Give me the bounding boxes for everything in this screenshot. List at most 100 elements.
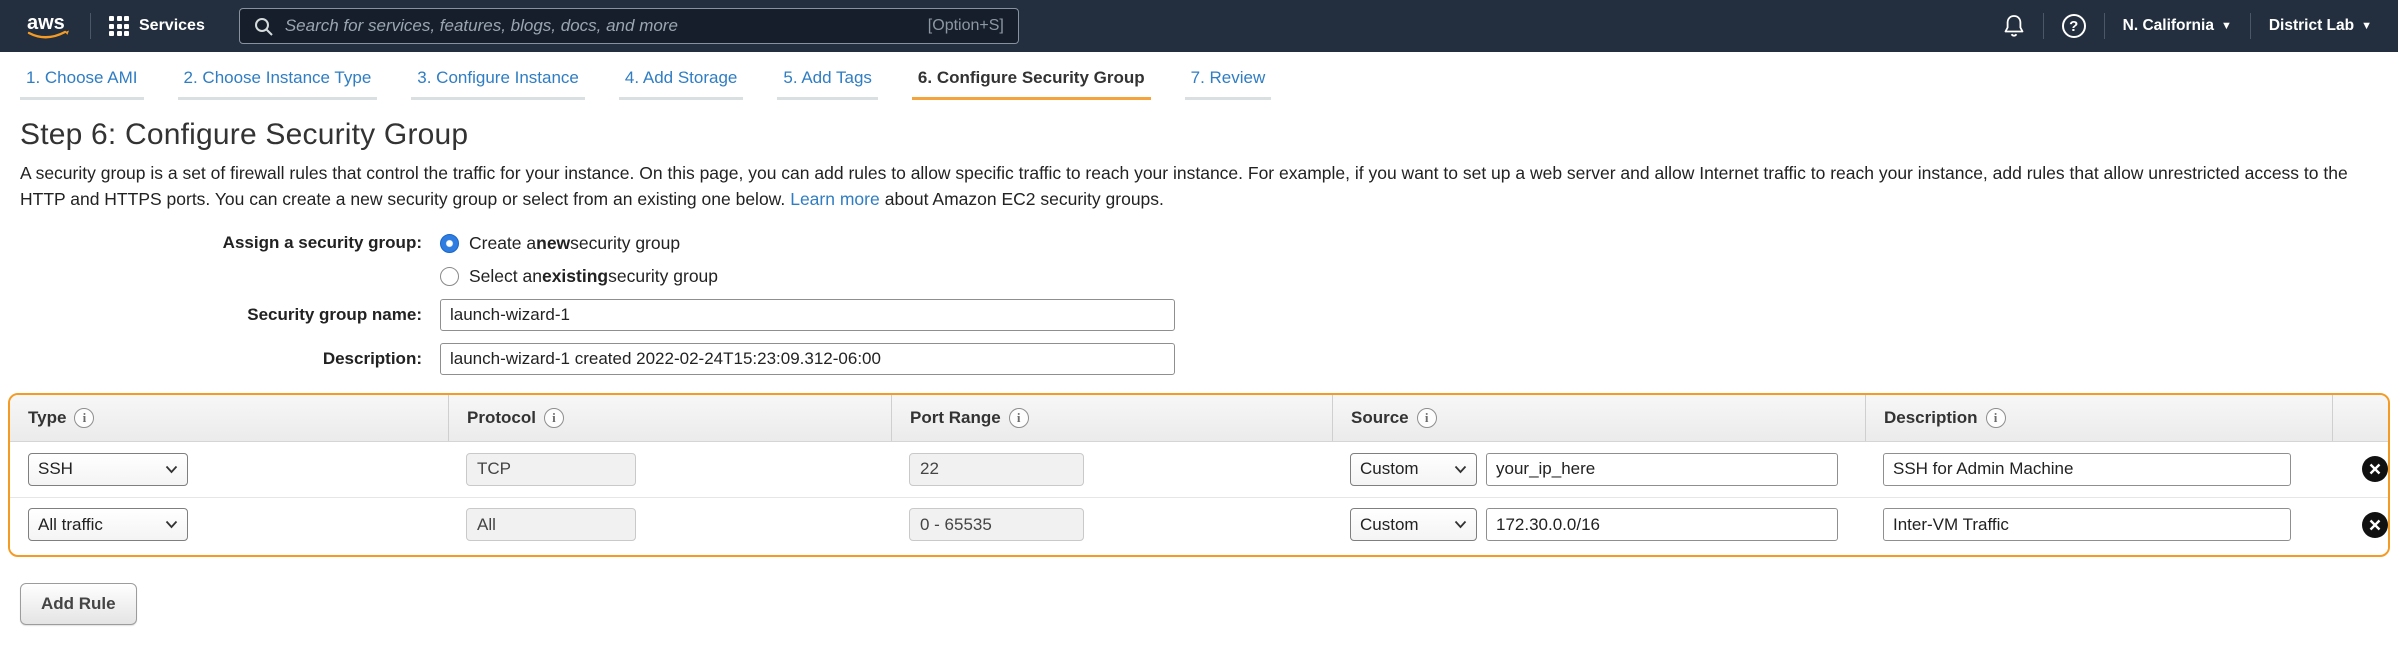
rule-row-all-traffic: All traffic All 0 - 65535 Custom bbox=[10, 497, 2388, 552]
header-description-label: Description bbox=[1884, 408, 1978, 428]
chevron-down-icon: ▼ bbox=[2221, 20, 2232, 32]
help-button[interactable]: ? bbox=[2062, 14, 2086, 38]
assign-security-group-label: Assign a security group: bbox=[0, 233, 440, 253]
info-icon[interactable] bbox=[1009, 408, 1029, 428]
account-menu[interactable]: District Lab ▼ bbox=[2269, 17, 2372, 35]
tab-choose-instance-type[interactable]: 2. Choose Instance Type bbox=[178, 68, 378, 100]
services-grid-icon bbox=[109, 16, 129, 36]
topbar-divider bbox=[2250, 13, 2251, 39]
bell-icon bbox=[2003, 14, 2025, 38]
top-navigation-bar: aws Services [Option+S] ? N. California … bbox=[0, 0, 2398, 52]
header-actions bbox=[2332, 395, 2388, 441]
header-description: Description bbox=[1865, 395, 2332, 441]
type-select[interactable]: SSH bbox=[28, 453, 188, 486]
radio-create-text-post: security group bbox=[570, 233, 680, 254]
chevron-down-icon bbox=[165, 520, 178, 529]
radio-create-text-bold: new bbox=[536, 233, 570, 254]
info-icon[interactable] bbox=[74, 408, 94, 428]
help-icon: ? bbox=[2062, 14, 2086, 38]
rule-description-input[interactable] bbox=[1883, 453, 2291, 486]
rule-description-input[interactable] bbox=[1883, 508, 2291, 541]
radio-create-text-pre: Create a bbox=[469, 233, 536, 254]
svg-text:aws: aws bbox=[27, 12, 65, 34]
header-type: Type bbox=[10, 395, 448, 441]
header-protocol-label: Protocol bbox=[467, 408, 536, 428]
page-intro: A security group is a set of firewall ru… bbox=[20, 160, 2374, 213]
radio-existing-text-post: security group bbox=[608, 266, 718, 287]
notifications-button[interactable] bbox=[2003, 14, 2025, 38]
main-content: Step 6: Configure Security Group A secur… bbox=[0, 118, 2398, 625]
radio-option-select-existing[interactable]: Select an existing security group bbox=[440, 266, 2398, 287]
chevron-down-icon bbox=[1454, 465, 1467, 474]
page-title: Step 6: Configure Security Group bbox=[20, 118, 2398, 152]
radio-select-existing[interactable] bbox=[440, 267, 459, 286]
chevron-down-icon bbox=[1454, 520, 1467, 529]
tab-add-tags[interactable]: 5. Add Tags bbox=[777, 68, 878, 100]
aws-logo-icon: aws bbox=[24, 9, 72, 43]
search-input[interactable] bbox=[285, 16, 928, 36]
type-select[interactable]: All traffic bbox=[28, 508, 188, 541]
global-search-box[interactable]: [Option+S] bbox=[239, 8, 1019, 44]
region-selector[interactable]: N. California ▼ bbox=[2123, 17, 2232, 35]
protocol-field-disabled: All bbox=[466, 508, 636, 541]
topbar-divider bbox=[2104, 13, 2105, 39]
security-group-name-label: Security group name: bbox=[0, 305, 440, 325]
wizard-step-tabs: 1. Choose AMI 2. Choose Instance Type 3.… bbox=[0, 52, 2398, 100]
rules-table-header: Type Protocol Port Range Source Descript… bbox=[10, 395, 2388, 442]
search-shortcut-hint: [Option+S] bbox=[928, 17, 1004, 35]
type-select-value: All traffic bbox=[38, 515, 103, 535]
tab-add-storage[interactable]: 4. Add Storage bbox=[619, 68, 743, 100]
rule-row-ssh: SSH TCP 22 Custom bbox=[10, 442, 2388, 497]
learn-more-link[interactable]: Learn more bbox=[790, 189, 880, 209]
tab-configure-security-group[interactable]: 6. Configure Security Group bbox=[912, 68, 1151, 100]
chevron-down-icon: ▼ bbox=[2361, 20, 2372, 32]
close-icon bbox=[2369, 463, 2381, 475]
tab-configure-instance[interactable]: 3. Configure Instance bbox=[411, 68, 585, 100]
radio-existing-text-pre: Select an bbox=[469, 266, 542, 287]
topbar-divider bbox=[90, 13, 91, 39]
header-source: Source bbox=[1332, 395, 1865, 441]
services-menu-button[interactable]: Services bbox=[109, 16, 205, 36]
description-label: Description: bbox=[0, 349, 440, 369]
account-label: District Lab bbox=[2269, 17, 2354, 35]
services-label: Services bbox=[139, 17, 205, 35]
source-value-input[interactable] bbox=[1486, 453, 1838, 486]
add-rule-button[interactable]: Add Rule bbox=[20, 583, 137, 625]
delete-rule-button[interactable] bbox=[2362, 512, 2388, 538]
port-range-field-disabled: 22 bbox=[909, 453, 1084, 486]
tab-review[interactable]: 7. Review bbox=[1185, 68, 1272, 100]
port-range-field-disabled: 0 - 65535 bbox=[909, 508, 1084, 541]
header-type-label: Type bbox=[28, 408, 66, 428]
header-protocol: Protocol bbox=[448, 395, 891, 441]
security-group-name-input[interactable] bbox=[440, 299, 1175, 331]
source-mode-value: Custom bbox=[1360, 515, 1419, 535]
description-input[interactable] bbox=[440, 343, 1175, 375]
aws-logo[interactable]: aws bbox=[24, 9, 72, 43]
topbar-divider bbox=[2043, 13, 2044, 39]
delete-rule-button[interactable] bbox=[2362, 456, 2388, 482]
source-mode-select[interactable]: Custom bbox=[1350, 453, 1477, 486]
tab-choose-ami[interactable]: 1. Choose AMI bbox=[20, 68, 144, 100]
chevron-down-icon bbox=[165, 465, 178, 474]
info-icon[interactable] bbox=[1986, 408, 2006, 428]
header-source-label: Source bbox=[1351, 408, 1409, 428]
security-rules-table: Type Protocol Port Range Source Descript… bbox=[8, 393, 2390, 557]
type-select-value: SSH bbox=[38, 459, 73, 479]
header-port-range: Port Range bbox=[891, 395, 1332, 441]
source-mode-select[interactable]: Custom bbox=[1350, 508, 1477, 541]
close-icon bbox=[2369, 519, 2381, 531]
radio-existing-text-bold: existing bbox=[542, 266, 608, 287]
intro-text-after: about Amazon EC2 security groups. bbox=[885, 189, 1164, 209]
info-icon[interactable] bbox=[1417, 408, 1437, 428]
source-mode-value: Custom bbox=[1360, 459, 1419, 479]
protocol-field-disabled: TCP bbox=[466, 453, 636, 486]
radio-option-create-new[interactable]: Create a new security group bbox=[440, 233, 2398, 254]
security-group-form: Assign a security group: Create a new se… bbox=[0, 233, 2398, 375]
radio-create-new[interactable] bbox=[440, 234, 459, 253]
intro-text: A security group is a set of firewall ru… bbox=[20, 163, 2348, 209]
source-value-input[interactable] bbox=[1486, 508, 1838, 541]
header-port-range-label: Port Range bbox=[910, 408, 1001, 428]
region-label: N. California bbox=[2123, 17, 2214, 35]
info-icon[interactable] bbox=[544, 408, 564, 428]
search-icon bbox=[254, 17, 273, 36]
